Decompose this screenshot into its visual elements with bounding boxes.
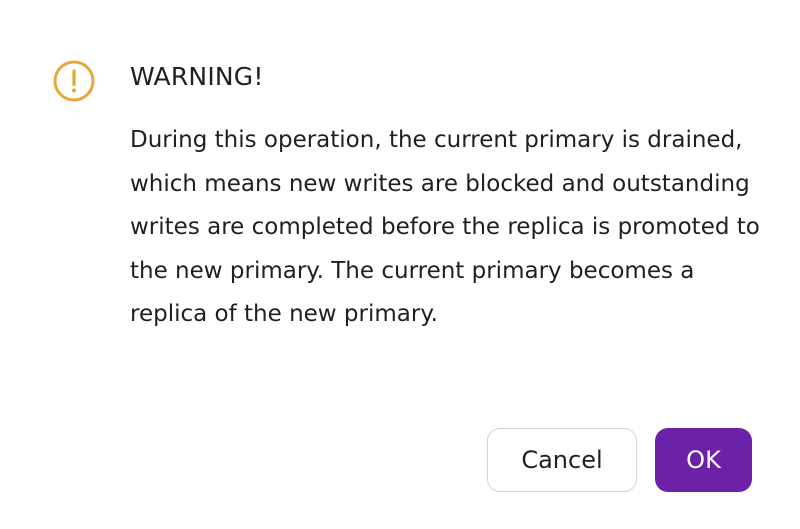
warning-dialog: WARNING! During this operation, the curr… — [0, 0, 800, 529]
dialog-title: WARNING! — [130, 62, 264, 91]
dialog-message: During this operation, the current prima… — [130, 127, 760, 327]
exclamation-circle-icon — [53, 60, 95, 102]
cancel-button[interactable]: Cancel — [487, 428, 637, 492]
ok-button[interactable]: OK — [655, 428, 752, 492]
